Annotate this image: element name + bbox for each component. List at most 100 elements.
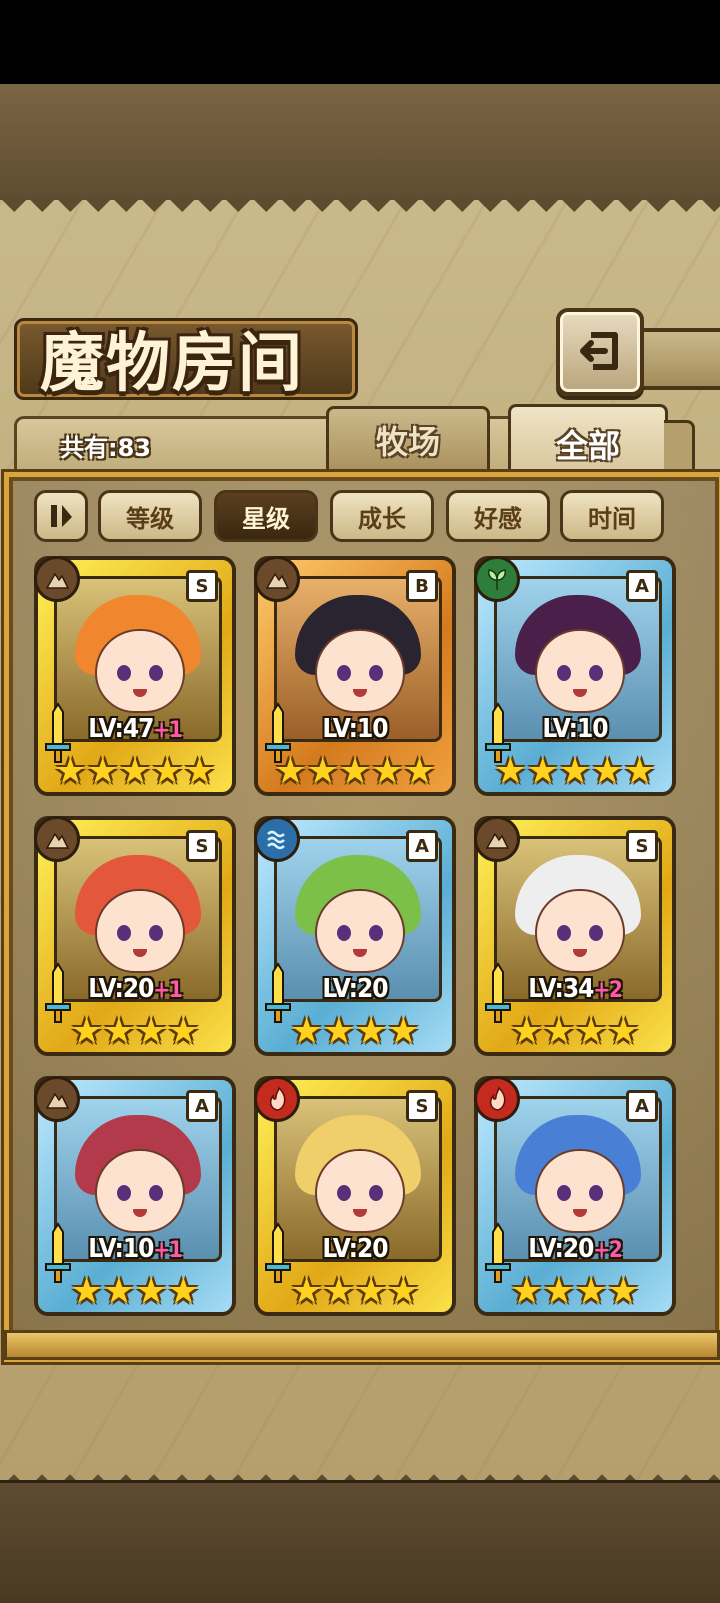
wood-element-icon xyxy=(474,556,520,602)
star-icon: ★ xyxy=(607,1011,640,1052)
fire-element-icon xyxy=(474,1076,520,1122)
tab-all[interactable]: 全部 xyxy=(508,404,668,481)
star-icon: ★ xyxy=(623,751,656,792)
star-icon: ★ xyxy=(542,1271,575,1312)
rank-badge: A xyxy=(186,1090,218,1122)
star-rating: ★ ★ ★ ★ xyxy=(478,1274,672,1310)
star-icon: ★ xyxy=(607,1271,640,1312)
tab-ranch[interactable]: 牧场 xyxy=(326,406,490,471)
earth-element-icon xyxy=(474,816,520,862)
star-icon: ★ xyxy=(290,1011,323,1052)
star-icon: ★ xyxy=(118,751,152,792)
mouth xyxy=(573,689,587,697)
bottom-map-strip xyxy=(0,1480,720,1603)
star-rating: ★ ★ ★ ★ xyxy=(38,1274,232,1310)
panel-bottom-rail xyxy=(4,1330,720,1360)
monster-face xyxy=(315,629,405,713)
star-icon: ★ xyxy=(151,751,184,792)
star-icon: ★ xyxy=(167,1271,200,1312)
eye xyxy=(337,1185,351,1201)
monster-face xyxy=(535,889,625,973)
level-value: LV:20 xyxy=(322,974,388,1004)
star-icon: ★ xyxy=(290,1271,323,1312)
monster-card[interactable]: A LV:10+1 ★ ★ ★ ★ xyxy=(34,1076,236,1316)
mouth xyxy=(353,949,367,957)
eye xyxy=(337,925,351,941)
level-bonus: +1 xyxy=(153,1238,182,1263)
eye xyxy=(369,1185,383,1201)
card-frame: A LV:10 ★ ★ ★ ★ ★ xyxy=(474,556,676,796)
level-bonus: +2 xyxy=(593,978,622,1003)
torn-edge-top xyxy=(0,198,720,226)
level-label: LV:20+2 xyxy=(478,1234,672,1264)
monster-face xyxy=(95,1149,185,1233)
level-label: LV:34+2 xyxy=(478,974,672,1004)
level-value: LV:10 xyxy=(542,714,608,744)
monster-card[interactable]: B LV:10 ★ ★ ★ ★ ★ xyxy=(254,556,456,796)
eye xyxy=(117,665,131,681)
level-value: LV:20 xyxy=(88,974,154,1004)
top-map-strip xyxy=(0,84,720,207)
level-bonus: +1 xyxy=(153,978,182,1003)
star-icon: ★ xyxy=(575,1011,608,1052)
star-icon: ★ xyxy=(591,751,624,792)
level-value: LV:34 xyxy=(528,974,594,1004)
card-frame: S LV:20+1 ★ ★ ★ ★ xyxy=(34,816,236,1056)
water-element-icon xyxy=(254,816,300,862)
card-frame: A LV:20+2 ★ ★ ★ ★ xyxy=(474,1076,676,1316)
card-frame: B LV:10 ★ ★ ★ ★ ★ xyxy=(254,556,456,796)
eye xyxy=(369,925,383,941)
tab-edge-decoration xyxy=(664,420,695,478)
star-icon: ★ xyxy=(387,1271,420,1312)
eye xyxy=(589,925,603,941)
star-icon: ★ xyxy=(167,1011,200,1052)
sort-by-time-button[interactable]: 时间 xyxy=(560,490,664,542)
sort-by-star-button[interactable]: 星级 xyxy=(214,490,318,542)
monster-face xyxy=(95,889,185,973)
level-value: LV:47 xyxy=(88,714,154,744)
mouth xyxy=(133,949,147,957)
card-frame: S LV:47+1 ★ ★ ★ ★ ★ xyxy=(34,556,236,796)
earth-element-icon xyxy=(34,556,80,602)
eye xyxy=(557,925,571,941)
sort-order-toggle[interactable] xyxy=(34,490,88,542)
sort-by-affection-button[interactable]: 好感 xyxy=(446,490,550,542)
star-rating: ★ ★ ★ ★ ★ xyxy=(478,754,672,790)
monster-count: 共有:83 xyxy=(60,434,151,462)
sort-by-level-button[interactable]: 等级 xyxy=(98,490,202,542)
monster-face xyxy=(535,1149,625,1233)
earth-element-icon xyxy=(34,816,80,862)
level-value: LV:10 xyxy=(88,1234,154,1264)
monster-card[interactable]: S LV:34+2 ★ ★ ★ ★ xyxy=(474,816,676,1056)
rank-badge: S xyxy=(186,570,218,602)
eye xyxy=(117,925,131,941)
back-button[interactable] xyxy=(556,308,644,396)
rank-badge: A xyxy=(626,1090,658,1122)
level-value: LV:20 xyxy=(528,1234,594,1264)
rank-badge: S xyxy=(626,830,658,862)
star-icon: ★ xyxy=(70,1011,103,1052)
mouth xyxy=(353,689,367,697)
star-rating: ★ ★ ★ ★ ★ xyxy=(258,754,452,790)
sort-by-growth-button[interactable]: 成长 xyxy=(330,490,434,542)
star-icon: ★ xyxy=(135,1271,168,1312)
star-icon: ★ xyxy=(306,751,339,792)
level-value: LV:20 xyxy=(322,1234,388,1264)
star-icon: ★ xyxy=(575,1271,608,1312)
monster-card[interactable]: S LV:20+1 ★ ★ ★ ★ xyxy=(34,816,236,1056)
monster-face xyxy=(535,629,625,713)
monster-card[interactable]: A LV:20+2 ★ ★ ★ ★ xyxy=(474,1076,676,1316)
level-label: LV:47+1 xyxy=(38,714,232,744)
mouth xyxy=(573,949,587,957)
level-bonus: +2 xyxy=(593,1238,622,1263)
card-frame: A LV:20 ★ ★ ★ ★ xyxy=(254,816,456,1056)
monster-card[interactable]: S LV:47+1 ★ ★ ★ ★ ★ xyxy=(34,556,236,796)
status-bar xyxy=(0,0,720,84)
star-icon: ★ xyxy=(387,1011,420,1052)
monster-card[interactable]: A LV:10 ★ ★ ★ ★ ★ xyxy=(474,556,676,796)
monster-card[interactable]: A LV:20 ★ ★ ★ ★ xyxy=(254,816,456,1056)
monster-card[interactable]: S LV:20 ★ ★ ★ ★ xyxy=(254,1076,456,1316)
star-icon: ★ xyxy=(510,1011,543,1052)
star-icon: ★ xyxy=(510,1271,543,1312)
earth-element-icon xyxy=(254,556,300,602)
